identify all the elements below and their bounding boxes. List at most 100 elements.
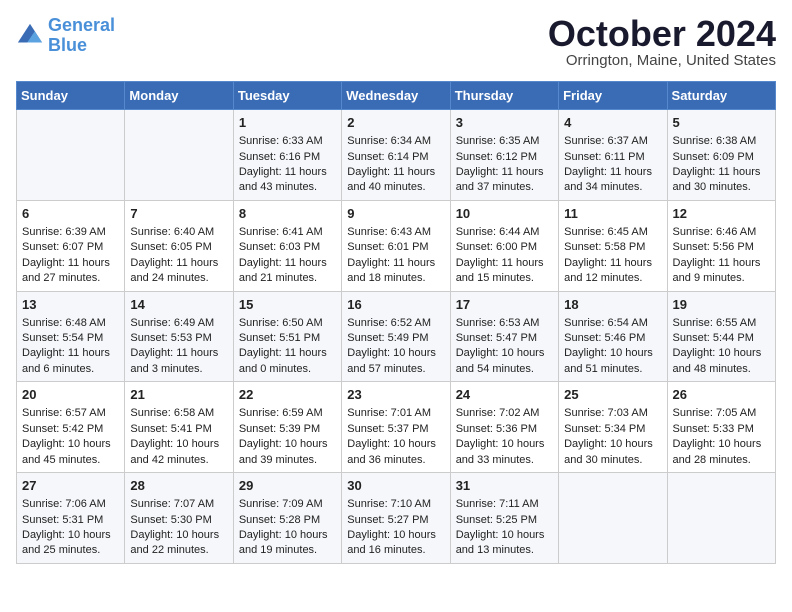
calendar-cell: [667, 473, 775, 564]
day-info: Daylight: 10 hours and 45 minutes.: [22, 437, 119, 468]
day-info: Sunrise: 6:52 AM: [347, 316, 444, 331]
day-info: Daylight: 11 hours and 15 minutes.: [456, 256, 553, 287]
calendar-cell: 12Sunrise: 6:46 AMSunset: 5:56 PMDayligh…: [667, 200, 775, 291]
day-info: Daylight: 11 hours and 12 minutes.: [564, 256, 661, 287]
calendar-header: SundayMondayTuesdayWednesdayThursdayFrid…: [17, 82, 776, 110]
day-number: 17: [456, 296, 553, 314]
calendar-cell: 22Sunrise: 6:59 AMSunset: 5:39 PMDayligh…: [233, 382, 341, 473]
day-number: 2: [347, 114, 444, 132]
day-number: 23: [347, 386, 444, 404]
logo: General Blue: [16, 16, 115, 56]
day-info: Sunrise: 6:38 AM: [673, 134, 770, 149]
day-info: Sunrise: 6:49 AM: [130, 316, 227, 331]
calendar-cell: 25Sunrise: 7:03 AMSunset: 5:34 PMDayligh…: [559, 382, 667, 473]
day-info: Sunset: 5:39 PM: [239, 422, 336, 437]
calendar-week-row: 27Sunrise: 7:06 AMSunset: 5:31 PMDayligh…: [17, 473, 776, 564]
day-info: Sunrise: 6:45 AM: [564, 225, 661, 240]
day-info: Sunrise: 7:03 AM: [564, 406, 661, 421]
day-info: Sunrise: 6:58 AM: [130, 406, 227, 421]
calendar-cell: 6Sunrise: 6:39 AMSunset: 6:07 PMDaylight…: [17, 200, 125, 291]
weekday-header: Friday: [559, 82, 667, 110]
calendar-cell: 16Sunrise: 6:52 AMSunset: 5:49 PMDayligh…: [342, 291, 450, 382]
day-number: 15: [239, 296, 336, 314]
logo-icon: [16, 22, 44, 50]
day-number: 5: [673, 114, 770, 132]
day-number: 6: [22, 205, 119, 223]
day-number: 12: [673, 205, 770, 223]
day-info: Sunrise: 7:09 AM: [239, 497, 336, 512]
day-number: 3: [456, 114, 553, 132]
day-info: Daylight: 11 hours and 6 minutes.: [22, 346, 119, 377]
day-info: Sunrise: 7:01 AM: [347, 406, 444, 421]
day-info: Sunrise: 6:43 AM: [347, 225, 444, 240]
day-info: Sunrise: 6:59 AM: [239, 406, 336, 421]
day-info: Daylight: 11 hours and 43 minutes.: [239, 165, 336, 196]
calendar-cell: 13Sunrise: 6:48 AMSunset: 5:54 PMDayligh…: [17, 291, 125, 382]
weekday-header: Monday: [125, 82, 233, 110]
day-number: 4: [564, 114, 661, 132]
day-info: Sunset: 5:54 PM: [22, 331, 119, 346]
day-info: Daylight: 10 hours and 57 minutes.: [347, 346, 444, 377]
day-info: Daylight: 11 hours and 9 minutes.: [673, 256, 770, 287]
day-info: Sunset: 5:44 PM: [673, 331, 770, 346]
day-info: Sunrise: 6:44 AM: [456, 225, 553, 240]
day-info: Sunrise: 6:34 AM: [347, 134, 444, 149]
day-number: 10: [456, 205, 553, 223]
day-info: Daylight: 11 hours and 34 minutes.: [564, 165, 661, 196]
month-title: October 2024: [548, 16, 776, 52]
day-number: 28: [130, 477, 227, 495]
day-number: 26: [673, 386, 770, 404]
calendar-cell: 9Sunrise: 6:43 AMSunset: 6:01 PMDaylight…: [342, 200, 450, 291]
day-info: Sunrise: 6:40 AM: [130, 225, 227, 240]
day-info: Daylight: 10 hours and 19 minutes.: [239, 528, 336, 559]
calendar-cell: 27Sunrise: 7:06 AMSunset: 5:31 PMDayligh…: [17, 473, 125, 564]
day-info: Daylight: 10 hours and 28 minutes.: [673, 437, 770, 468]
day-info: Sunrise: 6:54 AM: [564, 316, 661, 331]
calendar-cell: 20Sunrise: 6:57 AMSunset: 5:42 PMDayligh…: [17, 382, 125, 473]
day-info: Daylight: 10 hours and 33 minutes.: [456, 437, 553, 468]
day-number: 30: [347, 477, 444, 495]
day-info: Daylight: 11 hours and 27 minutes.: [22, 256, 119, 287]
day-number: 24: [456, 386, 553, 404]
day-info: Sunrise: 6:48 AM: [22, 316, 119, 331]
calendar-cell: [17, 110, 125, 201]
calendar-cell: [559, 473, 667, 564]
calendar-cell: 26Sunrise: 7:05 AMSunset: 5:33 PMDayligh…: [667, 382, 775, 473]
day-info: Sunset: 6:07 PM: [22, 240, 119, 255]
day-info: Sunset: 5:56 PM: [673, 240, 770, 255]
calendar-cell: 23Sunrise: 7:01 AMSunset: 5:37 PMDayligh…: [342, 382, 450, 473]
day-info: Sunset: 6:05 PM: [130, 240, 227, 255]
day-number: 16: [347, 296, 444, 314]
calendar-cell: 1Sunrise: 6:33 AMSunset: 6:16 PMDaylight…: [233, 110, 341, 201]
day-info: Daylight: 11 hours and 24 minutes.: [130, 256, 227, 287]
weekday-header: Tuesday: [233, 82, 341, 110]
day-info: Sunset: 5:36 PM: [456, 422, 553, 437]
day-number: 8: [239, 205, 336, 223]
day-number: 18: [564, 296, 661, 314]
day-number: 27: [22, 477, 119, 495]
day-info: Daylight: 10 hours and 48 minutes.: [673, 346, 770, 377]
day-number: 21: [130, 386, 227, 404]
calendar-cell: 2 Sunrise: 6:34 AMSunset: 6:14 PMDaylight…: [342, 110, 450, 201]
day-info: Sunset: 6:03 PM: [239, 240, 336, 255]
calendar-week-row: 1Sunrise: 6:33 AMSunset: 6:16 PMDaylight…: [17, 110, 776, 201]
calendar-cell: 8Sunrise: 6:41 AMSunset: 6:03 PMDaylight…: [233, 200, 341, 291]
day-info: Sunset: 6:14 PM: [347, 150, 444, 165]
logo-blue: Blue: [48, 35, 87, 55]
day-info: Daylight: 10 hours and 42 minutes.: [130, 437, 227, 468]
day-info: Sunset: 5:25 PM: [456, 513, 553, 528]
day-info: Sunset: 6:09 PM: [673, 150, 770, 165]
page-header: General Blue October 2024 Orrington, Mai…: [16, 16, 776, 69]
day-info: Sunrise: 6:53 AM: [456, 316, 553, 331]
day-number: 1: [239, 114, 336, 132]
day-info: Sunset: 5:30 PM: [130, 513, 227, 528]
calendar-cell: 10Sunrise: 6:44 AMSunset: 6:00 PMDayligh…: [450, 200, 558, 291]
day-info: Daylight: 10 hours and 25 minutes.: [22, 528, 119, 559]
weekday-header: Sunday: [17, 82, 125, 110]
logo-general: General: [48, 15, 115, 35]
day-info: Sunset: 5:46 PM: [564, 331, 661, 346]
day-info: Daylight: 11 hours and 40 minutes.: [347, 165, 444, 196]
day-info: Sunrise: 7:06 AM: [22, 497, 119, 512]
calendar-cell: 5Sunrise: 6:38 AMSunset: 6:09 PMDaylight…: [667, 110, 775, 201]
calendar-cell: 4Sunrise: 6:37 AMSunset: 6:11 PMDaylight…: [559, 110, 667, 201]
